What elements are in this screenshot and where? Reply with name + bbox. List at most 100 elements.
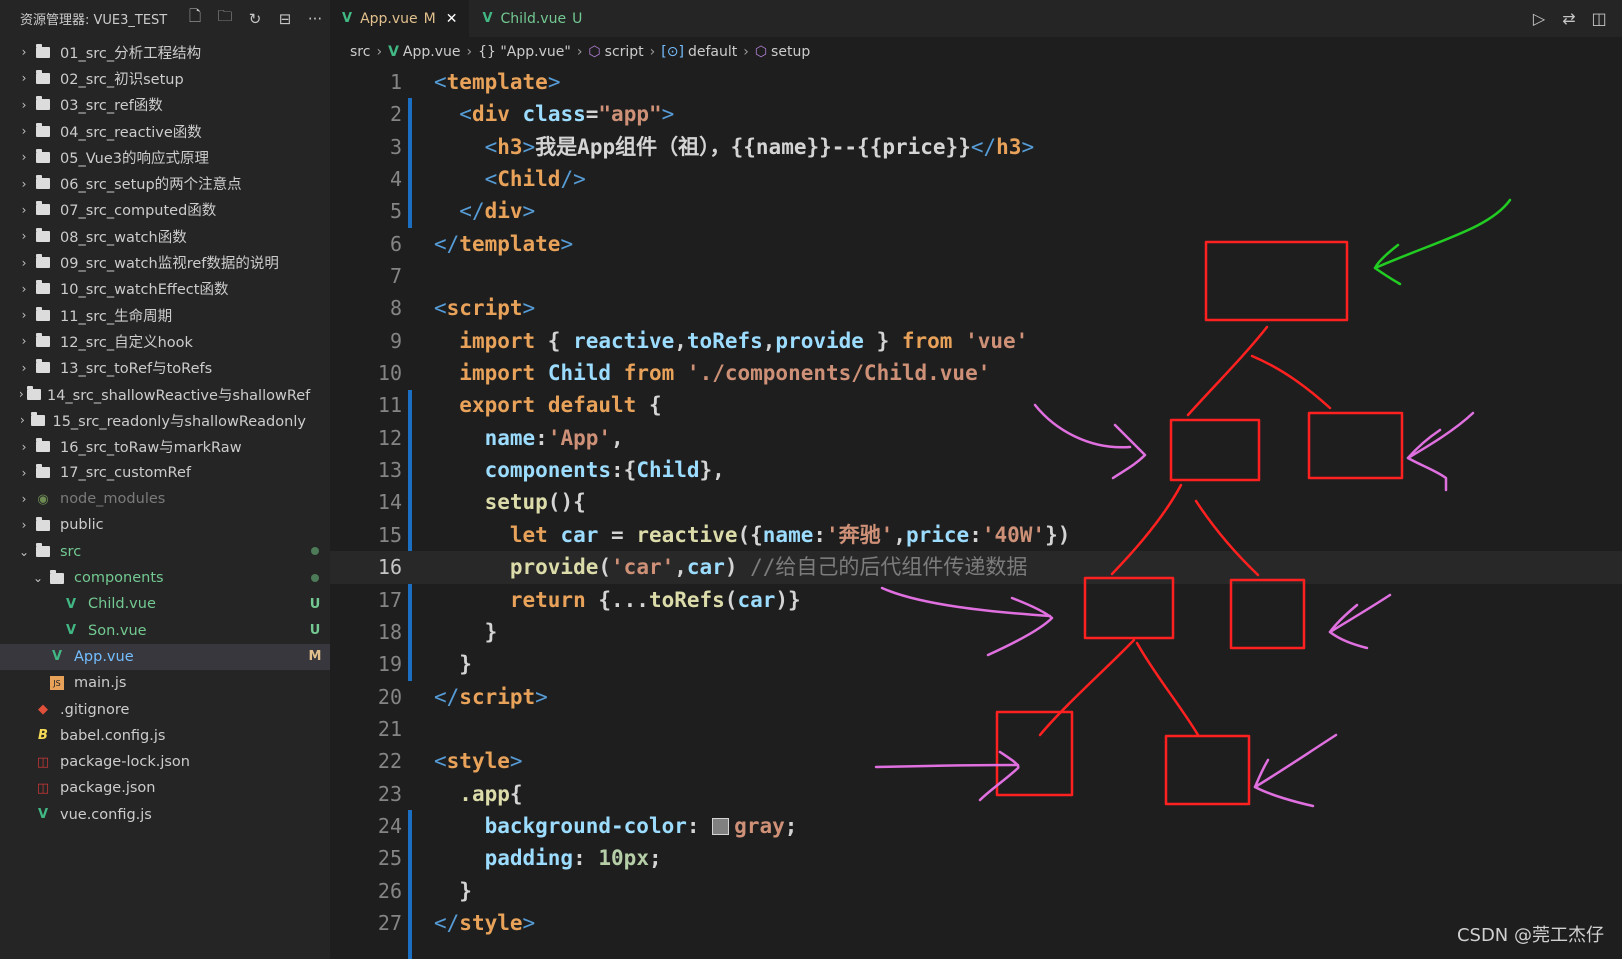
chevron-right-icon: › xyxy=(21,202,27,217)
tree-item[interactable]: › 08_src_watch函数 xyxy=(0,223,330,249)
code-line[interactable]: 23 .app{ xyxy=(330,778,1622,810)
code-line[interactable]: 22 <style> xyxy=(330,745,1622,777)
code-text: </style> xyxy=(434,907,535,939)
tab-status: M xyxy=(423,10,436,27)
line-number: 6 xyxy=(389,231,402,256)
code-token: 'App' xyxy=(547,425,612,450)
code-line[interactable]: 4 <Child/> xyxy=(330,163,1622,195)
new-folder-icon[interactable]: 🗀 xyxy=(210,6,240,31)
tree-item[interactable]: ⌄ components xyxy=(0,565,330,591)
tree-item[interactable]: › 04_src_reactive函数 xyxy=(0,118,330,144)
code-line[interactable]: 27 </style> xyxy=(330,907,1622,939)
code-line[interactable]: 2 <div class="app"> xyxy=(330,98,1622,130)
breadcrumb-item[interactable]: script xyxy=(605,44,644,60)
new-file-icon[interactable]: 🗋 xyxy=(180,6,210,31)
tree-item[interactable]: › 16_src_toRaw与markRaw xyxy=(0,433,330,459)
code-line[interactable]: 16 provide('car',car) //给自己的后代组件传递数据 xyxy=(330,551,1622,584)
tree-item[interactable]: V App.vue M xyxy=(0,643,330,671)
tree-item-label: package.json xyxy=(60,780,156,797)
code-line[interactable]: 5 </div> xyxy=(330,195,1622,227)
code-token: components xyxy=(484,458,612,483)
code-line[interactable]: 14 setup(){ xyxy=(330,486,1622,518)
code-line[interactable]: 3 <h3>我是App组件（祖），{{name}}--{{price}}</h3… xyxy=(330,131,1622,163)
tree-item[interactable]: › 15_src_readonly与shallowReadonly xyxy=(0,407,330,433)
tree-item[interactable]: › 12_src_自定义hook xyxy=(0,328,330,354)
code-line[interactable]: 9 import { reactive,toRefs,provide } fro… xyxy=(330,325,1622,357)
code-line[interactable]: 17 return {...toRefs(car)} xyxy=(330,584,1622,616)
code-line[interactable]: 8 <script> xyxy=(330,292,1622,324)
tree-item[interactable]: ◆ .gitignore xyxy=(0,696,330,722)
tree-item[interactable]: › 03_src_ref函数 xyxy=(0,92,330,118)
tree-item[interactable]: ◫ package-lock.json xyxy=(0,749,330,775)
tree-item[interactable]: ◫ package.json xyxy=(0,775,330,801)
code-line[interactable]: 1 <template> xyxy=(330,66,1622,98)
refresh-icon[interactable]: ↻ xyxy=(240,10,270,28)
breadcrumb-item[interactable]: App.vue xyxy=(403,44,461,60)
vue-file-icon: V xyxy=(65,623,77,639)
code-line[interactable]: 26 } xyxy=(330,875,1622,907)
code-line[interactable]: 20 </script> xyxy=(330,681,1622,713)
close-icon[interactable]: ✕ xyxy=(446,11,458,27)
tree-item[interactable]: › 17_src_customRef xyxy=(0,460,330,486)
code-token: reactive xyxy=(573,328,675,353)
code-token: Child xyxy=(497,167,561,192)
line-number: 26 xyxy=(377,878,402,903)
tree-item[interactable]: V Son.vue U xyxy=(0,618,330,644)
tree-item[interactable]: › 14_src_shallowReactive与shallowRef xyxy=(0,381,330,407)
code-text: <style> xyxy=(434,745,523,777)
tree-item[interactable]: › 10_src_watchEffect函数 xyxy=(0,276,330,302)
tree-item[interactable]: Bbabel.config.js xyxy=(0,723,330,749)
tree-item[interactable]: › 09_src_watch监视ref数据的说明 xyxy=(0,249,330,275)
code-token: (){ xyxy=(547,490,586,515)
tree-item[interactable]: › 07_src_computed函数 xyxy=(0,197,330,223)
code-line[interactable]: 18 } xyxy=(330,616,1622,648)
code-line[interactable]: 19 } xyxy=(330,648,1622,680)
tree-item[interactable]: › 01_src_分析工程结构 xyxy=(0,39,330,65)
tree-item[interactable]: V Child.vue U xyxy=(0,591,330,617)
code-line[interactable]: 25 padding: 10px; xyxy=(330,842,1622,874)
run-icon[interactable]: ▷ xyxy=(1524,9,1554,28)
color-swatch-icon[interactable] xyxy=(712,818,730,836)
breadcrumb-item[interactable]: setup xyxy=(771,44,810,60)
chevron-right-icon: › xyxy=(21,281,27,296)
tree-item[interactable]: › public xyxy=(0,512,330,538)
code-line[interactable]: 15 let car = reactive({name:'奔驰',price:'… xyxy=(330,519,1622,551)
code-line[interactable]: 10 import Child from './components/Child… xyxy=(330,357,1622,389)
vue-file-icon: V xyxy=(342,11,353,26)
tab-app-vue[interactable]: V App.vue M ✕ xyxy=(330,0,471,37)
tree-item[interactable]: › 06_src_setup的两个注意点 xyxy=(0,170,330,196)
code-text: components:{Child}, xyxy=(434,454,725,486)
tree-item[interactable]: JS main.js xyxy=(0,670,330,696)
code-token: gray xyxy=(734,813,785,838)
breadcrumb-item[interactable]: default xyxy=(688,44,737,60)
collapse-all-icon[interactable]: ⊟ xyxy=(270,10,300,28)
code-line[interactable]: 12 name:'App', xyxy=(330,422,1622,454)
editor-actions: ▷ ⇄ ◫ xyxy=(1524,0,1622,37)
code-text: </script> xyxy=(434,681,548,713)
tree-item[interactable]: › ◉ node_modules xyxy=(0,486,330,512)
code-line[interactable]: 13 components:{Child}, xyxy=(330,454,1622,486)
code-line[interactable]: 21 xyxy=(330,713,1622,745)
chevron-right-icon: › xyxy=(21,255,27,270)
tree-item-label: vue.config.js xyxy=(60,806,152,823)
code-editor[interactable]: 1 <template> 2 <div class="app"> 3 <h3>我是Ap… xyxy=(330,66,1622,959)
line-number: 14 xyxy=(377,490,402,515)
tree-item[interactable]: › 02_src_初识setup xyxy=(0,65,330,91)
tree-item[interactable]: ⌄ src xyxy=(0,539,330,565)
breadcrumb-item[interactable]: src xyxy=(350,44,370,60)
more-actions-icon[interactable]: ··· xyxy=(300,10,330,28)
code-line[interactable]: 7 xyxy=(330,260,1622,292)
compare-changes-icon[interactable]: ⇄ xyxy=(1554,9,1584,28)
code-line[interactable]: 24 background-color: gray; xyxy=(330,810,1622,842)
tab-child-vue[interactable]: V Child.vue U xyxy=(470,0,596,37)
split-editor-icon[interactable]: ◫ xyxy=(1584,9,1614,28)
tree-item[interactable]: › 13_src_toRef与toRefs xyxy=(0,355,330,381)
breadcrumb-item[interactable]: {} "App.vue" xyxy=(478,44,571,60)
code-token: style xyxy=(459,910,523,935)
tree-item[interactable]: Vvue.config.js xyxy=(0,802,330,828)
code-line[interactable]: 11 export default { xyxy=(330,389,1622,421)
tree-item[interactable]: › 05_Vue3的响应式原理 xyxy=(0,144,330,170)
code-line[interactable]: 6 </template> xyxy=(330,228,1622,260)
tree-item[interactable]: › 11_src_生命周期 xyxy=(0,302,330,328)
